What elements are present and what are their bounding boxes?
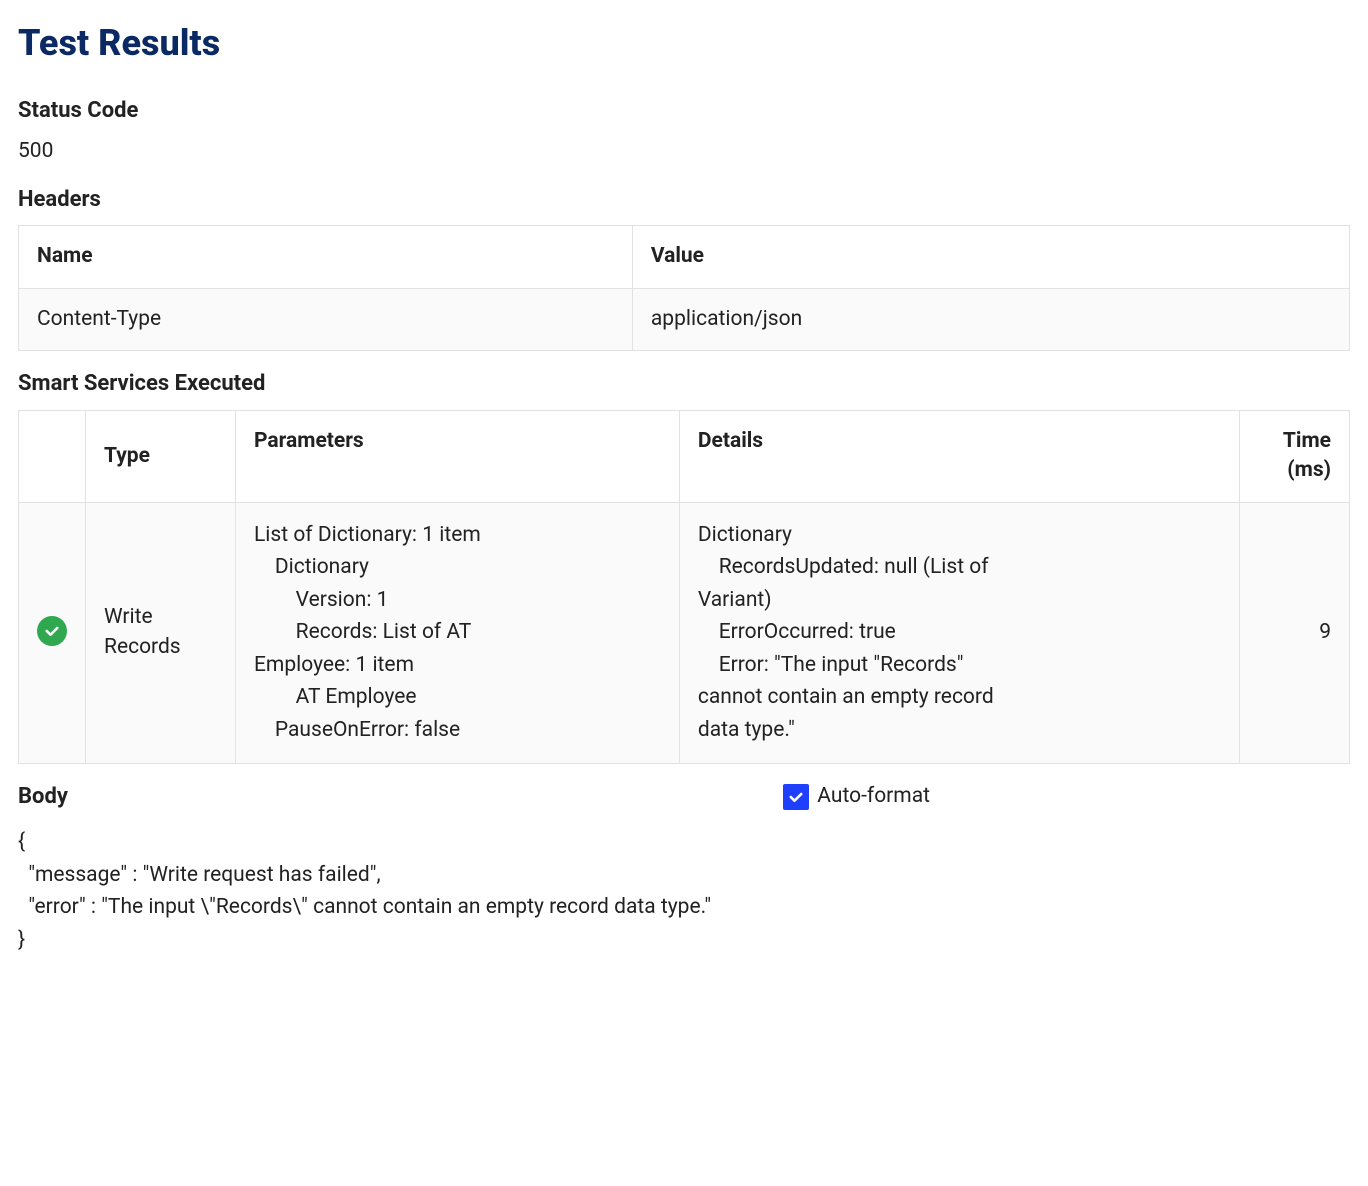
headers-col-name: Name bbox=[19, 226, 633, 288]
services-col-params: Parameters bbox=[236, 410, 680, 502]
service-parameters: List of Dictionary: 1 item Dictionary Ve… bbox=[236, 502, 680, 763]
table-row: Content-Type application/json bbox=[19, 288, 1350, 350]
headers-label: Headers bbox=[18, 185, 1350, 216]
header-name: Content-Type bbox=[19, 288, 633, 350]
status-code-value: 500 bbox=[18, 137, 1350, 166]
autoformat-checkbox[interactable] bbox=[783, 784, 809, 810]
parameters-text: List of Dictionary: 1 item Dictionary Ve… bbox=[254, 519, 661, 747]
services-col-time: Time (ms) bbox=[1240, 410, 1350, 502]
service-type: Write Records bbox=[86, 502, 236, 763]
service-time: 9 bbox=[1240, 502, 1350, 763]
body-label: Body bbox=[18, 782, 68, 813]
autoformat-label[interactable]: Auto-format bbox=[817, 782, 930, 811]
status-code-label: Status Code bbox=[18, 96, 1350, 127]
table-row: Write Records List of Dictionary: 1 item… bbox=[19, 502, 1350, 763]
service-status bbox=[19, 502, 86, 763]
services-label: Smart Services Executed bbox=[18, 369, 1350, 400]
service-details: Dictionary RecordsUpdated: null (List of… bbox=[679, 502, 1239, 763]
page-title: Test Results bbox=[18, 18, 1350, 68]
services-table: Type Parameters Details Time (ms) Write … bbox=[18, 410, 1350, 764]
body-content: { "message" : "Write request has failed"… bbox=[18, 826, 1350, 956]
services-col-details: Details bbox=[679, 410, 1239, 502]
header-value: application/json bbox=[632, 288, 1349, 350]
details-text: Dictionary RecordsUpdated: null (List of… bbox=[698, 519, 1221, 747]
check-circle-icon bbox=[37, 616, 67, 646]
services-col-status bbox=[19, 410, 86, 502]
headers-table: Name Value Content-Type application/json bbox=[18, 225, 1350, 351]
headers-col-value: Value bbox=[632, 226, 1349, 288]
services-col-type: Type bbox=[86, 410, 236, 502]
